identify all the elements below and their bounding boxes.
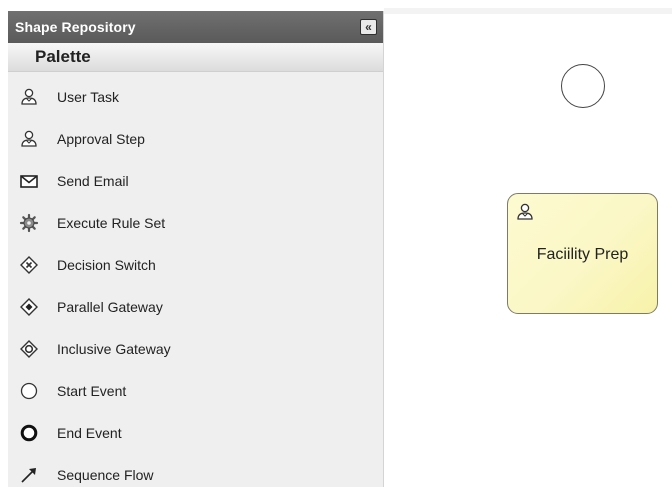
palette-list: User Task Approval Step Send Email Execu… <box>8 72 383 487</box>
exclusive-gateway-icon <box>19 255 39 275</box>
palette-item-label: Inclusive Gateway <box>57 341 171 357</box>
start-event-icon <box>19 381 39 401</box>
palette-item-decision-switch[interactable]: Decision Switch <box>8 244 383 286</box>
canvas-top-bar <box>384 8 672 14</box>
palette-item-start-event[interactable]: Start Event <box>8 370 383 412</box>
user-task-icon <box>515 202 535 222</box>
palette-item-label: Approval Step <box>57 131 145 147</box>
palette-item-label: Start Event <box>57 383 127 399</box>
palette-section-header[interactable]: Palette <box>8 43 383 72</box>
shape-repository-panel: Shape Repository « Palette User Task App… <box>8 11 384 487</box>
palette-title: Palette <box>35 47 91 66</box>
palette-item-inclusive-gateway[interactable]: Inclusive Gateway <box>8 328 383 370</box>
palette-item-label: User Task <box>57 89 119 105</box>
collapse-panel-button[interactable]: « <box>360 19 377 35</box>
start-event-node[interactable] <box>561 64 605 108</box>
inclusive-gateway-icon <box>19 339 39 359</box>
palette-item-sequence-flow[interactable]: Sequence Flow <box>8 454 383 487</box>
palette-item-label: Execute Rule Set <box>57 215 166 231</box>
palette-item-send-email[interactable]: Send Email <box>8 160 383 202</box>
palette-item-label: Decision Switch <box>57 257 156 273</box>
gear-icon <box>19 213 39 233</box>
task-node-label: Faciility Prep <box>536 246 629 263</box>
palette-item-label: End Event <box>57 425 122 441</box>
palette-item-label: Sequence Flow <box>57 467 154 483</box>
palette-item-approval-step[interactable]: Approval Step <box>8 118 383 160</box>
palette-item-user-task[interactable]: User Task <box>8 76 383 118</box>
palette-item-end-event[interactable]: End Event <box>8 412 383 454</box>
envelope-icon <box>19 171 39 191</box>
palette-item-parallel-gateway[interactable]: Parallel Gateway <box>8 286 383 328</box>
shape-repository-title: Shape Repository <box>15 19 136 35</box>
user-task-icon <box>19 87 39 107</box>
end-event-icon <box>19 423 39 443</box>
approval-step-icon <box>19 129 39 149</box>
sequence-flow-icon <box>19 465 39 485</box>
shape-repository-header: Shape Repository « <box>8 11 383 43</box>
user-task-node[interactable]: Faciility Prep <box>507 193 658 314</box>
palette-item-label: Parallel Gateway <box>57 299 163 315</box>
palette-item-label: Send Email <box>57 173 129 189</box>
parallel-gateway-icon <box>19 297 39 317</box>
palette-item-execute-rule-set[interactable]: Execute Rule Set <box>8 202 383 244</box>
